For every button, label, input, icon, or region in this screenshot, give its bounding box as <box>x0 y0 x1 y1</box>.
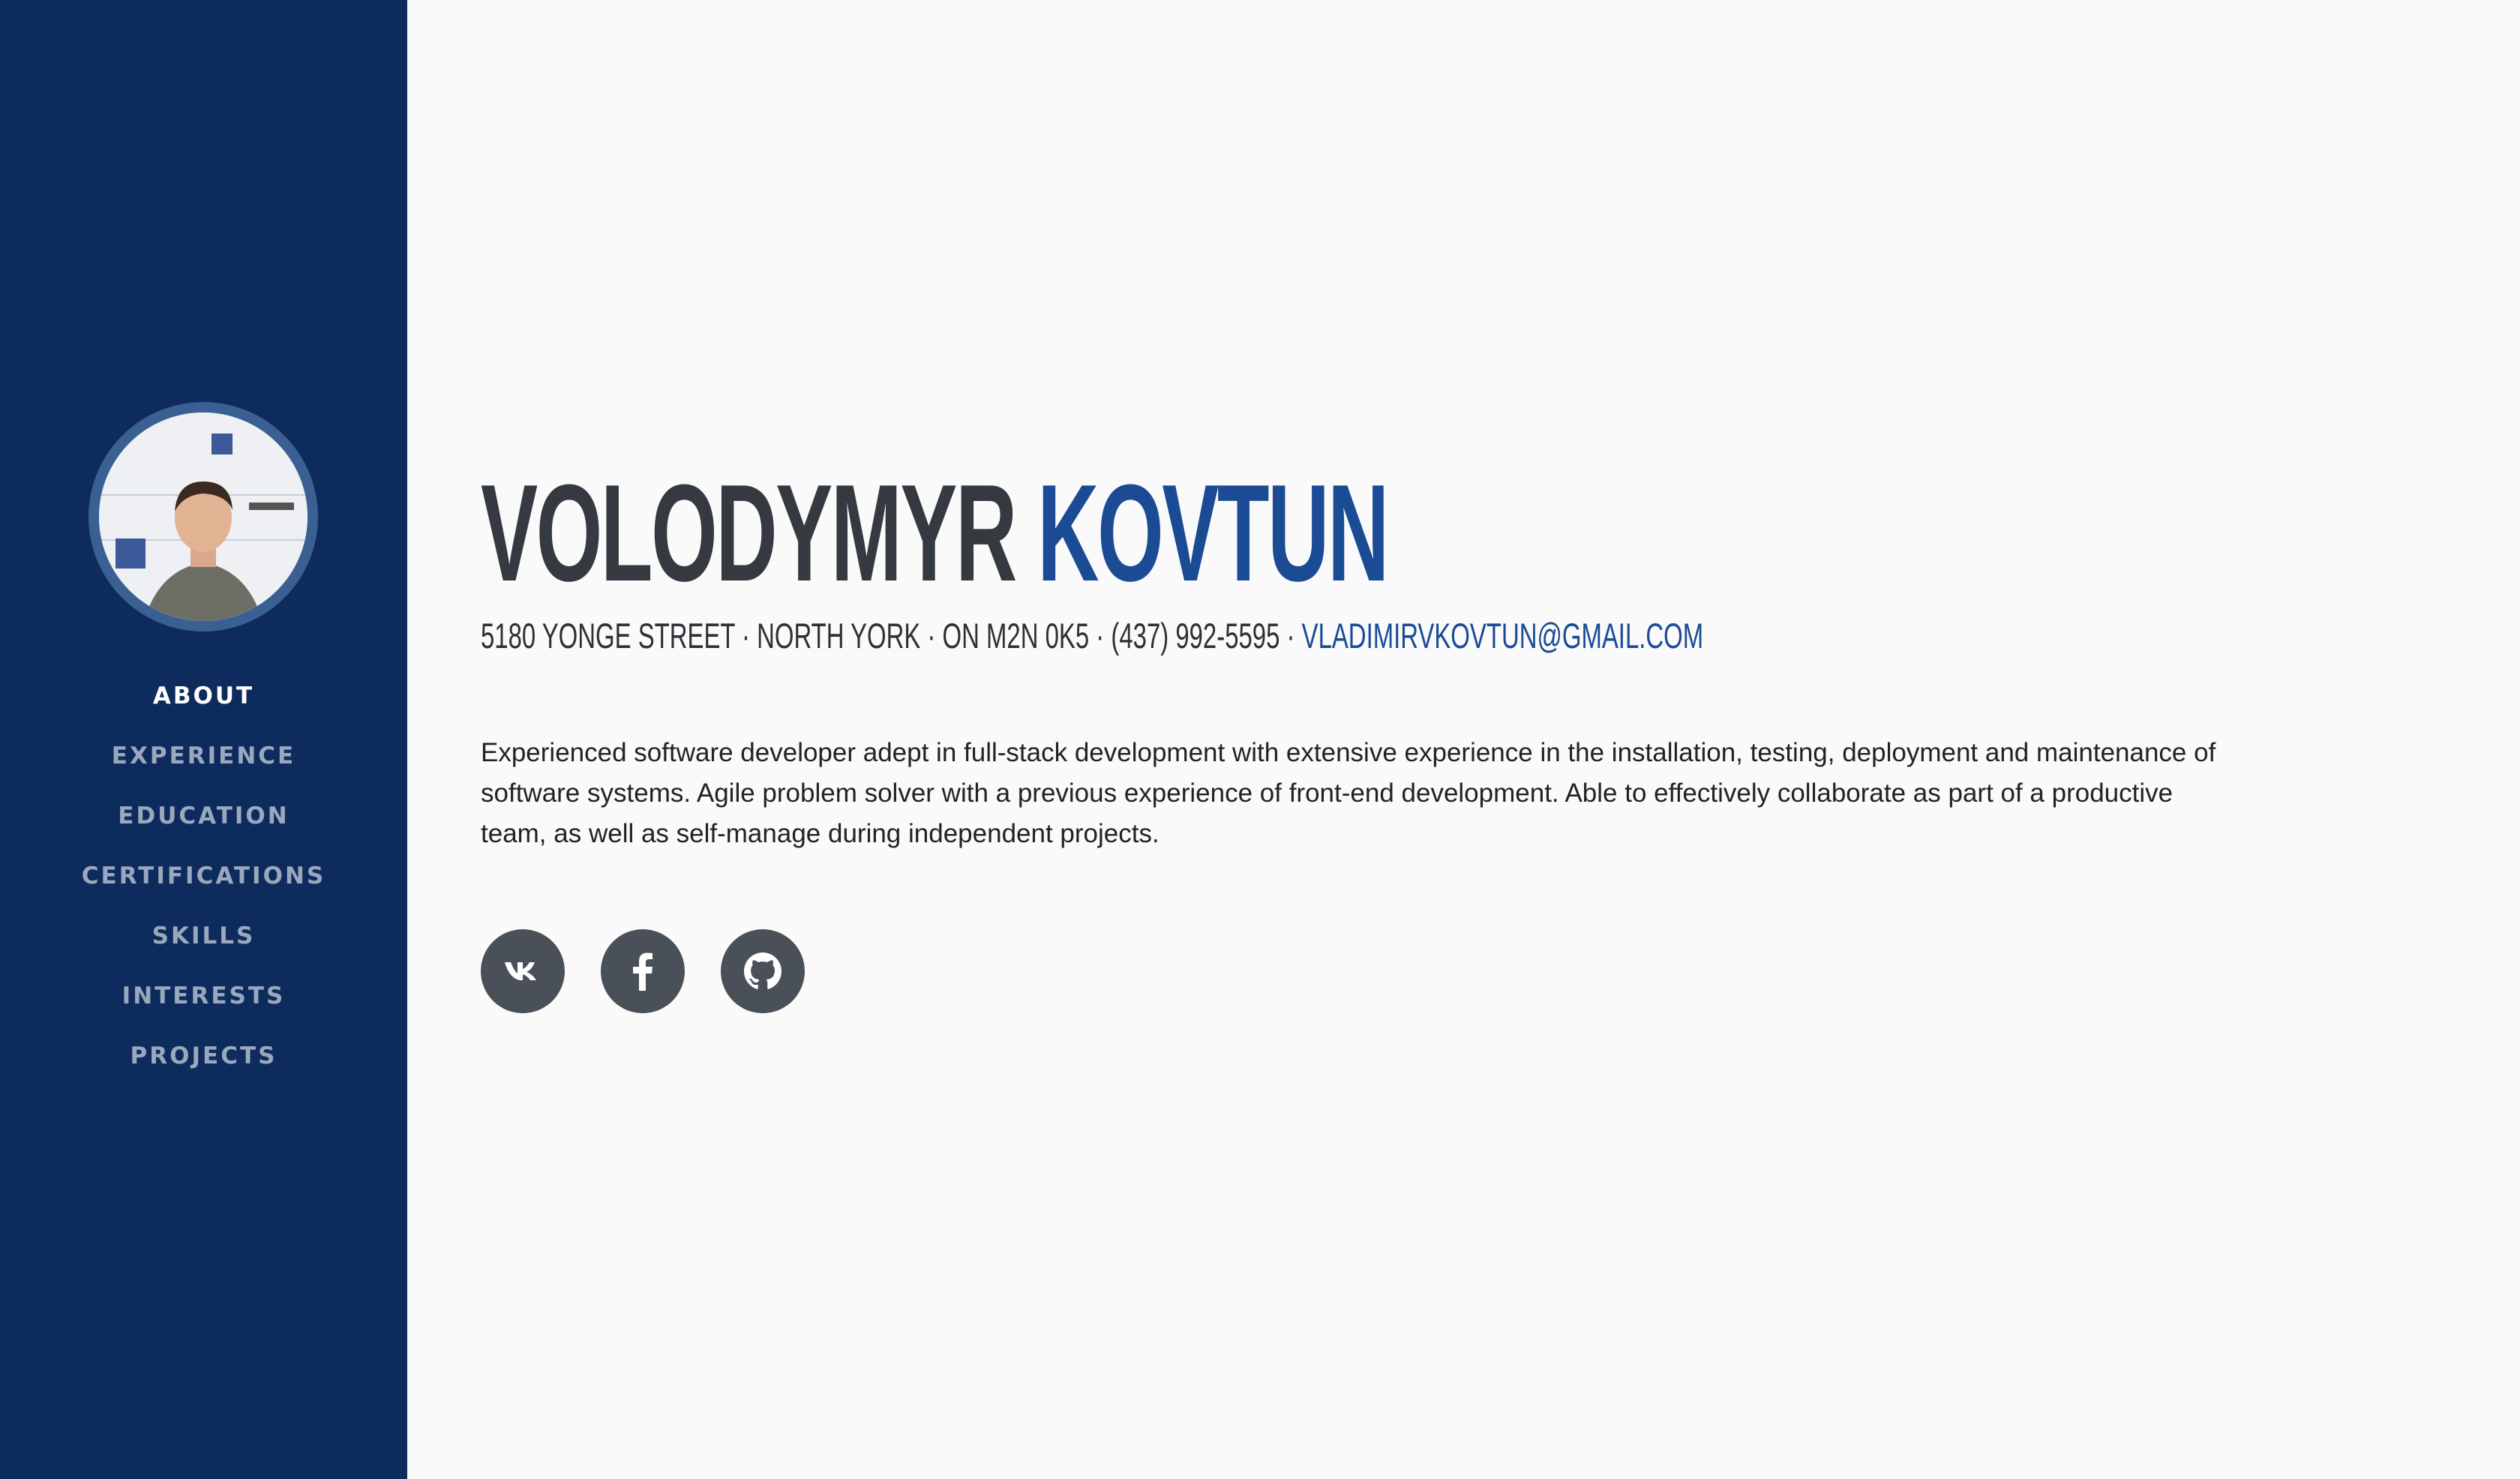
main-content: VOLODYMYR KOVTUN 5180 YONGE STREET · NOR… <box>407 0 2520 1479</box>
facebook-button[interactable] <box>601 929 685 1013</box>
vk-button[interactable] <box>481 929 565 1013</box>
nav-item-projects[interactable]: PROJECTS <box>0 1035 407 1095</box>
github-button[interactable] <box>721 929 805 1013</box>
last-name: KOVTUN <box>1037 455 1389 610</box>
avatar-photo <box>99 412 308 621</box>
github-icon <box>744 952 782 989</box>
about-text: Experienced software developer adept in … <box>481 738 2216 848</box>
nav-item-skills[interactable]: SKILLS <box>0 915 407 975</box>
sidebar: ABOUT EXPERIENCE EDUCATION CERTIFICATION… <box>0 0 407 1479</box>
nav-item-certifications[interactable]: CERTIFICATIONS <box>0 855 407 915</box>
nav-item-interests[interactable]: INTERESTS <box>0 975 407 1035</box>
contact-line: 5180 YONGE STREET · NORTH YORK · ON M2N … <box>481 614 1703 658</box>
avatar <box>88 402 318 632</box>
contact-address-phone: 5180 YONGE STREET · NORTH YORK · ON M2N … <box>481 616 1302 656</box>
vk-icon <box>505 962 536 980</box>
sidebar-nav: ABOUT EXPERIENCE EDUCATION CERTIFICATION… <box>0 675 407 1095</box>
email-link[interactable]: VLADIMIRVKOVTUN@GMAIL.COM <box>1302 616 1704 656</box>
nav-item-education[interactable]: EDUCATION <box>0 795 407 855</box>
nav-item-experience[interactable]: EXPERIENCE <box>0 735 407 795</box>
social-links <box>481 929 805 1013</box>
nav-item-about[interactable]: ABOUT <box>0 675 407 735</box>
page-title: VOLODYMYR KOVTUN <box>481 455 1389 610</box>
first-name: VOLODYMYR <box>481 455 1017 610</box>
facebook-icon <box>633 952 652 991</box>
